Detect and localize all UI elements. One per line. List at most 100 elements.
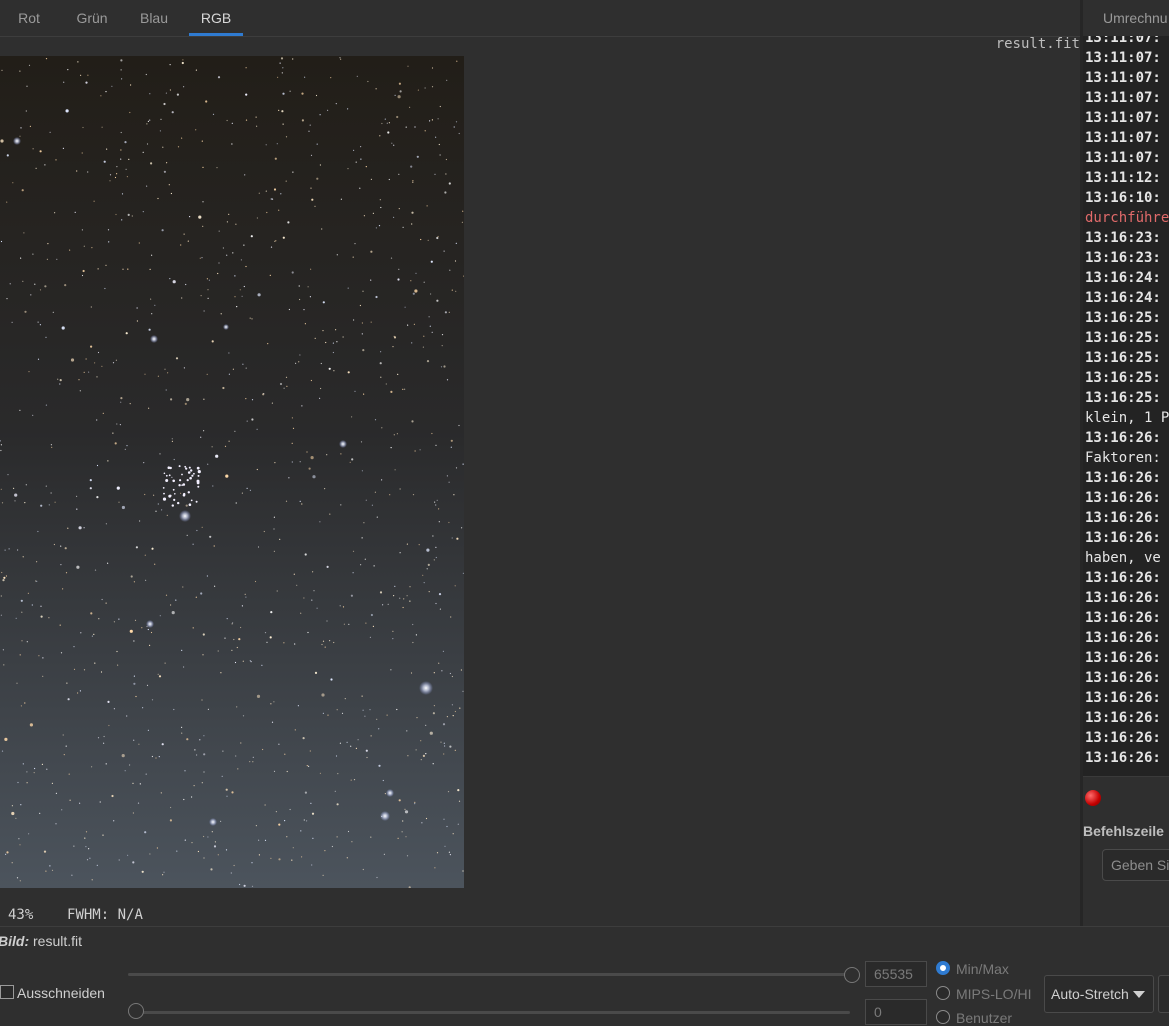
star <box>107 460 109 462</box>
cluster-star <box>179 479 182 482</box>
high-slider[interactable] <box>128 973 850 976</box>
star <box>410 165 413 168</box>
star <box>150 162 153 165</box>
star <box>314 337 316 339</box>
cluster-star <box>196 466 200 470</box>
cluster-star <box>163 492 165 495</box>
star <box>49 865 51 867</box>
star <box>79 802 81 804</box>
tab-blau[interactable]: Blau <box>127 0 181 36</box>
star <box>326 620 328 622</box>
tab-rgb[interactable]: RGB <box>189 0 243 36</box>
star <box>252 761 254 763</box>
star <box>273 550 275 552</box>
star <box>49 131 51 133</box>
high-slider-handle[interactable] <box>844 967 860 983</box>
star <box>206 278 208 280</box>
cluster-star <box>195 500 198 503</box>
star <box>320 387 322 390</box>
low-slider-handle[interactable] <box>128 1003 144 1019</box>
low-value-field[interactable]: 0 <box>865 999 927 1025</box>
star <box>279 62 281 64</box>
log-console[interactable]: 13:11:07: 13:11:07: 13:11:07: 13:11:07: 13:1… <box>1083 36 1169 776</box>
star <box>433 672 435 674</box>
crop-checkbox[interactable] <box>0 985 14 999</box>
star <box>68 773 70 775</box>
command-input[interactable] <box>1102 849 1169 881</box>
star <box>130 84 132 86</box>
star <box>447 791 450 793</box>
star <box>20 599 23 602</box>
star <box>1 750 4 752</box>
log-line: 13:16:23: <box>1085 250 1161 266</box>
star <box>250 661 252 663</box>
star <box>276 143 278 145</box>
log-line: 13:16:26: <box>1085 490 1161 506</box>
star <box>136 320 138 322</box>
star <box>126 176 128 178</box>
radio-minmax[interactable] <box>936 961 950 975</box>
star <box>245 367 247 369</box>
star <box>355 747 357 750</box>
star <box>7 474 9 476</box>
star <box>30 294 32 296</box>
star <box>210 868 213 871</box>
stretch-value: Auto-Stretch <box>1051 986 1129 1002</box>
star <box>108 241 110 243</box>
star <box>454 749 456 751</box>
log-line: klein, 1 P <box>1085 410 1169 426</box>
star <box>76 170 78 172</box>
star <box>93 633 95 636</box>
star <box>265 190 267 192</box>
low-slider[interactable] <box>128 1011 850 1014</box>
star <box>54 212 56 214</box>
star <box>390 669 392 671</box>
star <box>351 458 354 461</box>
star <box>353 319 355 321</box>
stretch-dropdown[interactable]: Auto-Stretch <box>1044 975 1154 1013</box>
star <box>203 771 205 773</box>
star <box>28 371 30 373</box>
star <box>330 678 333 681</box>
image-viewer[interactable] <box>0 56 464 888</box>
star <box>352 256 354 258</box>
star <box>96 864 98 867</box>
tab-umrechnung[interactable]: Umrechnu <box>1103 0 1168 36</box>
log-line: 13:16:25: <box>1085 370 1161 386</box>
star <box>64 547 67 550</box>
cluster-star <box>182 483 186 486</box>
log-line: 13:11:07: <box>1085 70 1161 86</box>
star <box>365 622 367 624</box>
radio-mips-label: MIPS-LO/HI <box>956 986 1032 1002</box>
radio-mips[interactable] <box>936 986 950 1000</box>
radio-user[interactable] <box>936 1010 950 1024</box>
star <box>91 635 93 637</box>
high-value-field[interactable]: 65535 <box>865 961 927 987</box>
star <box>156 847 158 849</box>
star <box>25 110 27 112</box>
star <box>59 624 61 626</box>
tab-gruen[interactable]: Grün <box>66 0 118 36</box>
star <box>286 385 288 387</box>
star <box>98 618 100 620</box>
star <box>105 523 107 525</box>
log-line: 13:16:26: <box>1085 470 1161 486</box>
star <box>394 585 396 588</box>
extra-button[interactable] <box>1158 975 1169 1013</box>
star <box>166 514 168 516</box>
star <box>309 296 311 298</box>
star <box>329 513 331 515</box>
star <box>407 324 409 326</box>
star <box>392 346 394 348</box>
star <box>180 244 182 246</box>
tab-rot[interactable]: Rot <box>0 0 58 36</box>
star <box>411 211 414 214</box>
cluster-star <box>168 474 171 477</box>
star <box>104 287 106 290</box>
star <box>201 140 203 142</box>
cluster-star <box>165 474 168 477</box>
cluster-star <box>189 476 192 480</box>
star <box>444 191 447 194</box>
bright-star <box>223 324 229 330</box>
star <box>311 864 313 866</box>
